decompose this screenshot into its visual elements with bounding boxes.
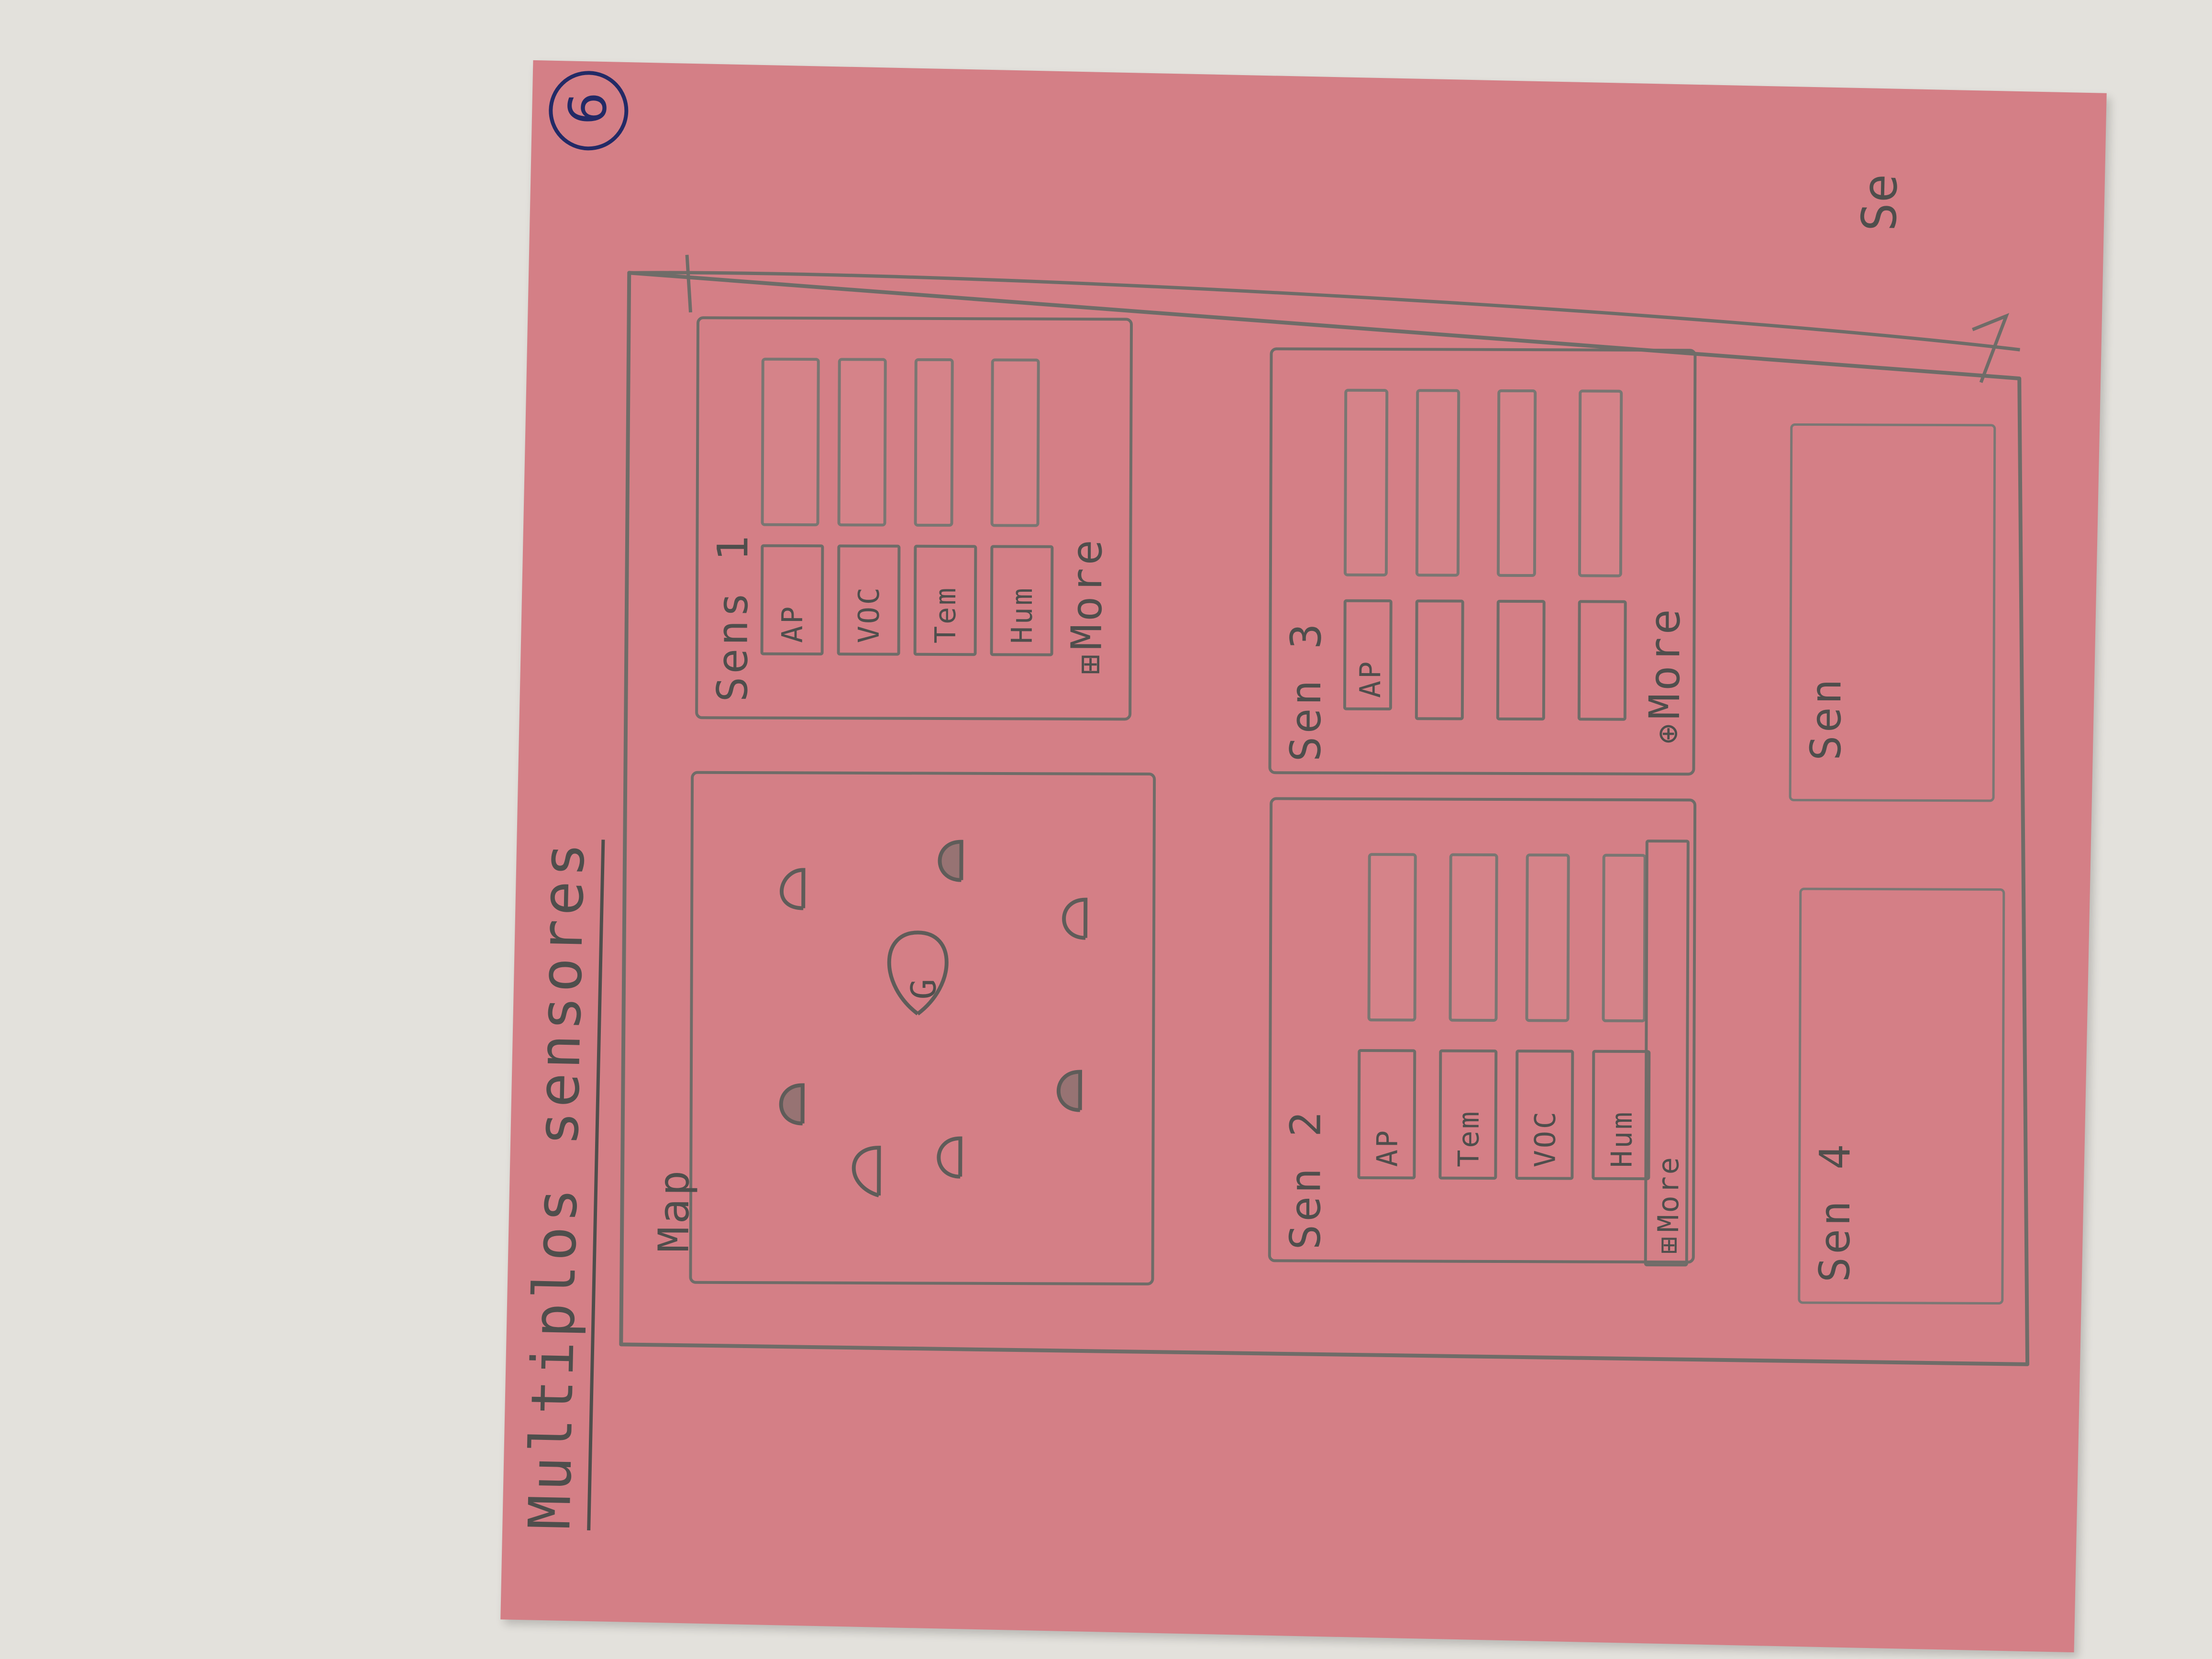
map-pin-icon — [937, 1136, 962, 1179]
map-pin-icon — [1057, 1070, 1082, 1112]
map-pin-icon — [887, 930, 949, 1016]
sensor-card-1-title: Sens 1 — [708, 532, 758, 702]
map-pin-icon — [779, 1083, 805, 1126]
map-card[interactable]: Map G — [649, 771, 1156, 1286]
metric-value-bar — [837, 358, 887, 527]
map-pin-icon — [852, 1146, 881, 1197]
metric-chip-hum[interactable]: Hum — [990, 545, 1054, 656]
metric-chip-ap[interactable]: AP — [760, 544, 824, 656]
map-pin-icon — [780, 868, 806, 910]
metric-chip[interactable] — [1496, 599, 1546, 721]
metric-value-bar — [761, 357, 820, 527]
metric-chip-hum[interactable]: Hum — [1592, 1050, 1651, 1181]
more-button[interactable]: ⊞ More — [1062, 537, 1112, 675]
more-button[interactable]: ⊕ More — [1640, 606, 1690, 744]
more-label: More — [1639, 606, 1690, 719]
map-pins — [779, 840, 1088, 1197]
map-pin-icon — [938, 840, 963, 882]
plus-icon: ⊕ — [1648, 723, 1687, 744]
sensor-card-4[interactable]: Sen 4 — [1798, 887, 2005, 1305]
metric-value-bar — [1578, 389, 1623, 577]
plus-icon: ⊞ — [1070, 654, 1109, 675]
sensor-card-5-title: Sen — [1801, 676, 1851, 761]
metric-chip-voc[interactable]: VOC — [837, 544, 901, 656]
more-button[interactable]: ⊞ More — [1644, 840, 1690, 1267]
more-label: More — [1062, 537, 1112, 650]
metric-value-bar — [914, 358, 954, 527]
metric-value-bar — [1449, 853, 1498, 1022]
metric-chip[interactable] — [1415, 599, 1464, 720]
sensor-card-2[interactable]: Sen 2 AP Tem VOC Hum ⊞ More — [1268, 797, 1697, 1267]
sticky-note: 6 Multiplos sensores Se Sens 1 AP VOC Te… — [500, 60, 2107, 1653]
map-pin-icon — [1062, 897, 1088, 940]
metric-value-bar — [990, 358, 1040, 527]
metric-value-bar — [1415, 389, 1460, 577]
metric-chip-ap[interactable]: AP — [1343, 599, 1393, 711]
sensor-card-3[interactable]: Sen 3 AP ⊕ More — [1268, 347, 1697, 776]
sensor-card-1[interactable]: Sens 1 AP VOC Tem Hum ⊞ More — [695, 316, 1133, 721]
metric-value-bar — [1525, 853, 1570, 1022]
metric-chip-tem[interactable]: Tem — [1438, 1049, 1498, 1180]
metric-value-bar — [1367, 853, 1417, 1022]
map-label: Map — [649, 1167, 699, 1252]
more-label: More — [1651, 1155, 1686, 1232]
sensor-card-5[interactable]: Sen — [1789, 423, 1996, 802]
sensor-card-2-title: Sen 2 — [1280, 1108, 1330, 1250]
plus-icon: ⊞ — [1651, 1237, 1685, 1254]
metric-value-bar — [1343, 388, 1389, 577]
metric-chip-voc[interactable]: VOC — [1515, 1050, 1574, 1180]
metric-value-bar — [1602, 853, 1647, 1023]
metric-chip-ap[interactable]: AP — [1357, 1049, 1416, 1180]
metric-value-bar — [1496, 389, 1537, 577]
metric-chip[interactable] — [1577, 600, 1627, 721]
sensor-card-3-title: Sen 3 — [1281, 620, 1331, 762]
metric-chip-tem[interactable]: Tem — [913, 544, 977, 656]
sensor-card-4-title: Sen 4 — [1810, 1141, 1860, 1283]
map-center-pin-label: G — [903, 978, 944, 1000]
